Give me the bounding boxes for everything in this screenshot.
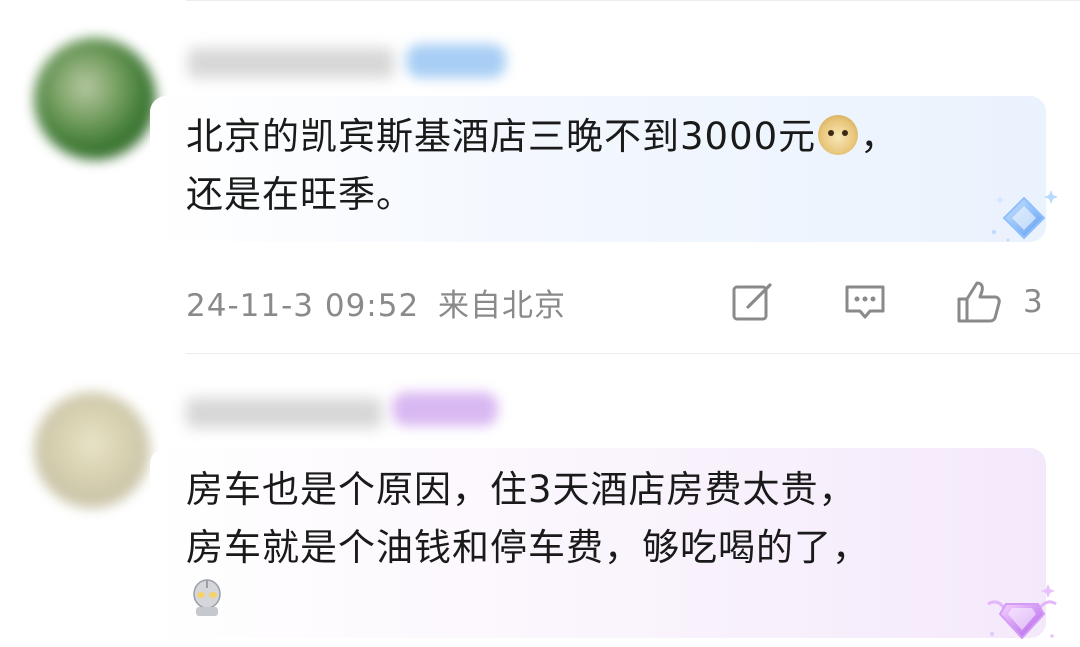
ultraman-emoji-icon — [193, 579, 221, 616]
comment-text-line: 房车就是个油钱和停车费，够吃喝的了， — [186, 526, 870, 569]
divider — [186, 0, 1080, 1]
reply-button[interactable] — [842, 279, 892, 325]
username-blurred[interactable] — [186, 398, 382, 428]
vip-badge — [406, 44, 506, 78]
comment-list: 北京的凯宾斯基酒店三晚不到3000元 ， 还是在旺季。 24-11-3 09:52… — [0, 0, 1080, 647]
comment-text-punctuation: ， — [860, 115, 899, 158]
username-blurred[interactable] — [188, 48, 394, 78]
comment-text-line: 还是在旺季。 — [186, 173, 414, 216]
comment-icon — [845, 285, 885, 319]
like-count: 3 — [1023, 284, 1043, 320]
avatar[interactable] — [34, 392, 150, 508]
diamond-ornament-icon — [992, 190, 1058, 242]
comment-meta: 24-11-3 09:52 来自北京 — [186, 280, 566, 325]
comment-text: 北京的凯宾斯基酒店三晚不到3000元 ， 还是在旺季。 — [186, 108, 898, 224]
thumbs-up-icon — [957, 281, 1001, 323]
divider — [186, 353, 1080, 354]
edit-button[interactable] — [730, 279, 778, 325]
vip-badge — [392, 392, 498, 426]
location: 来自北京 — [438, 288, 567, 324]
comment-text-line: 北京的凯宾斯基酒店三晚不到3000元 — [186, 115, 817, 158]
like-button[interactable]: 3 — [955, 279, 1055, 325]
avatar[interactable] — [34, 38, 156, 160]
comment-text: 房车也是个原因，住3天酒店房费太贵， 房车就是个油钱和停车费，够吃喝的了， — [186, 461, 870, 577]
timestamp: 24-11-3 09:52 — [186, 288, 420, 324]
gem-ornament-icon — [987, 584, 1057, 640]
comment-text-line: 房车也是个原因，住3天酒店房费太贵， — [186, 468, 857, 511]
edit-icon — [732, 283, 772, 321]
doge-emoji-icon — [818, 115, 859, 155]
